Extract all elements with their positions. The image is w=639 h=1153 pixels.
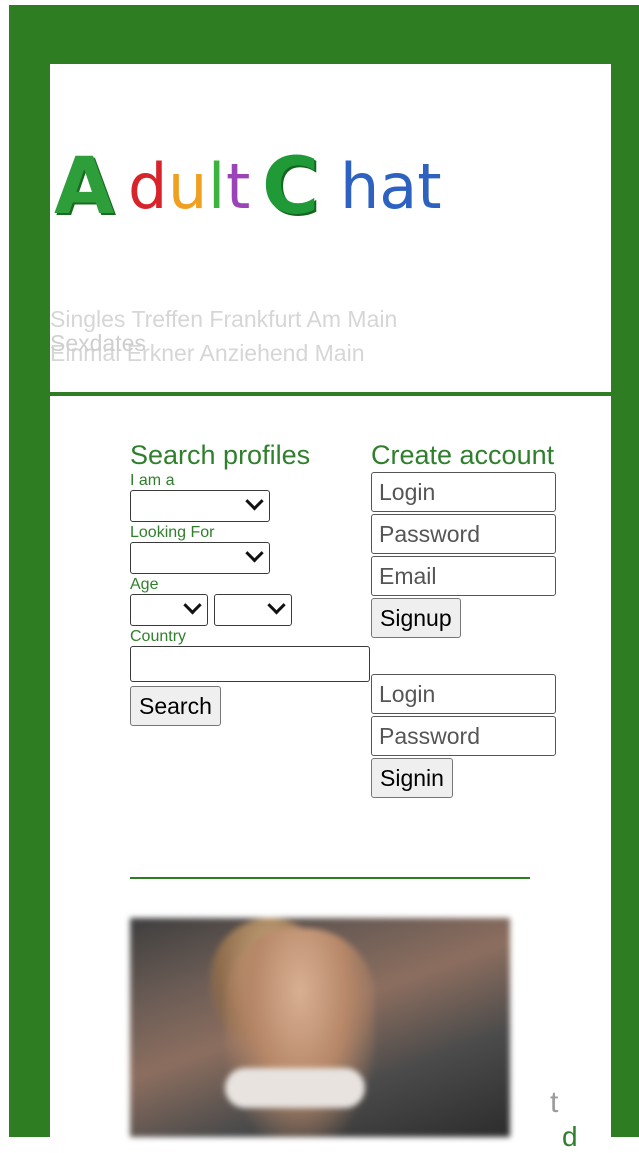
site-logo[interactable]: A d u l t C hat	[50, 142, 611, 232]
tagline-overlap: Sexdates	[50, 330, 146, 356]
search-button[interactable]: Search	[130, 686, 221, 726]
site-header: A d u l t C hat Singles Treffen Frankfur…	[50, 64, 611, 392]
search-profiles-form: Search profiles I am a Looking For Age C…	[130, 438, 370, 726]
age-max-select[interactable]	[214, 594, 292, 626]
signup-button[interactable]: Signup	[371, 598, 461, 638]
footer-char-2: d	[562, 1121, 578, 1152]
chevron-down-icon	[245, 492, 264, 511]
chevron-down-icon	[267, 596, 286, 615]
looking-for-select[interactable]	[130, 542, 270, 574]
signup-password-input[interactable]: Password	[371, 514, 556, 554]
signin-login-input[interactable]: Login	[371, 674, 556, 714]
logo-letter-d: d	[128, 150, 168, 223]
section-divider	[130, 877, 530, 879]
logo-letter-c: C	[262, 142, 320, 232]
profile-photo[interactable]	[130, 918, 510, 1137]
main-panel: Search profiles I am a Looking For Age C…	[50, 396, 611, 1152]
age-range	[130, 594, 370, 626]
logo-letter-t: t	[226, 150, 251, 223]
create-title: Create account	[371, 440, 555, 470]
country-input[interactable]	[130, 646, 370, 682]
search-title: Search profiles	[130, 440, 311, 470]
i-am-label: I am a	[130, 472, 175, 489]
signup-email-input[interactable]: Email	[371, 556, 556, 596]
looking-for-label: Looking For	[130, 524, 215, 541]
left-margin	[0, 0, 9, 1137]
footer-char-1: t	[550, 1086, 559, 1119]
i-am-select[interactable]	[130, 490, 270, 522]
age-min-select[interactable]	[130, 594, 208, 626]
signin-button[interactable]: Signin	[371, 758, 453, 798]
logo-hat: hat	[340, 150, 442, 223]
country-label: Country	[130, 628, 187, 645]
signup-login-input[interactable]: Login	[371, 472, 556, 512]
logo-letter-l: l	[208, 150, 226, 223]
chevron-down-icon	[245, 544, 264, 563]
logo-letter-a: A	[54, 142, 115, 232]
chevron-down-icon	[183, 596, 202, 615]
logo-letter-u: u	[168, 150, 208, 223]
create-account-form: Create account Login Password Email Sign…	[371, 438, 561, 798]
tagline-line2: Sexdates Einmal Erkner Anziehend Main	[50, 330, 365, 367]
age-label: Age	[130, 576, 159, 593]
tagline-line1: Singles Treffen Frankfurt Am Main	[50, 306, 398, 332]
signin-password-input[interactable]: Password	[371, 716, 556, 756]
